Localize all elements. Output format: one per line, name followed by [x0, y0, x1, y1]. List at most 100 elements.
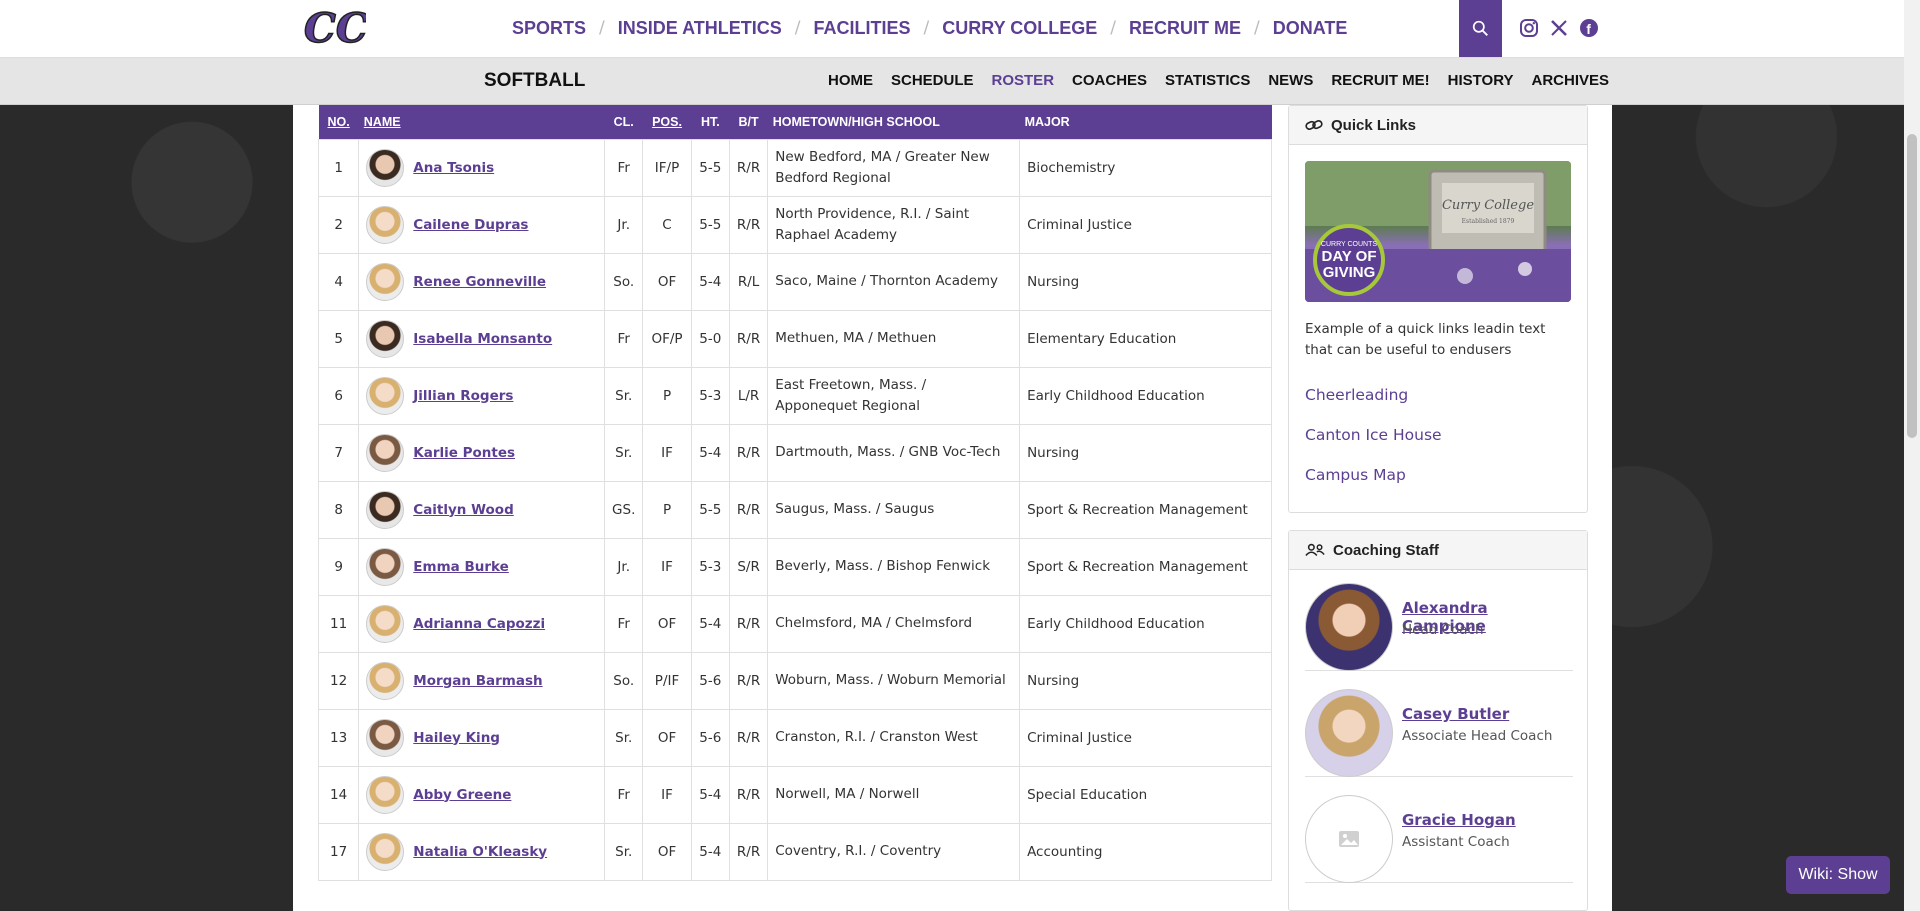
player-name-cell: Abby Greene — [358, 765, 606, 824]
main-nav-item[interactable]: SPORTS — [512, 18, 586, 39]
col-header-no[interactable]: NO. — [318, 105, 359, 139]
sport-nav-item[interactable]: HISTORY — [1448, 72, 1514, 89]
player-hometown: Dartmouth, Mass. / GNB Voc-Tech — [767, 423, 1021, 482]
col-header-position[interactable]: POS. — [642, 105, 692, 139]
player-bats-throws: R/R — [728, 138, 769, 197]
day-of-giving-image[interactable]: Curry College Established 1879 CURRY COU… — [1305, 161, 1571, 302]
player-headshot[interactable] — [366, 547, 405, 586]
instagram-icon[interactable] — [1519, 18, 1539, 38]
player-bats-throws: R/R — [728, 594, 769, 653]
scrollbar-thumb[interactable] — [1907, 134, 1917, 438]
player-headshot[interactable] — [366, 775, 405, 814]
player-headshot[interactable] — [366, 718, 405, 757]
player-bats-throws: L/R — [728, 366, 769, 425]
search-button[interactable] — [1459, 0, 1502, 57]
search-icon — [1472, 20, 1488, 36]
quick-link-campus-map[interactable]: Campus Map — [1305, 466, 1406, 484]
player-height: 5-5 — [690, 480, 730, 539]
sport-nav-item[interactable]: SCHEDULE — [891, 72, 974, 89]
player-height: 5-4 — [690, 765, 730, 824]
sport-nav-item[interactable]: RECRUIT ME! — [1331, 72, 1429, 89]
coach-item: Casey Butler Associate Head Coach — [1305, 677, 1573, 777]
player-name-link[interactable]: Hailey King — [413, 730, 500, 746]
wiki-show-button[interactable]: Wiki: Show — [1786, 856, 1890, 894]
col-header-name[interactable]: NAME — [358, 105, 605, 139]
x-twitter-icon[interactable] — [1549, 18, 1569, 38]
player-hometown: East Freetown, Mass. / Apponequet Region… — [767, 366, 1021, 425]
player-name-link[interactable]: Ana Tsonis — [413, 160, 494, 176]
player-hometown: Chelmsford, MA / Chelmsford — [767, 594, 1021, 653]
roster-row: 14 Abby Greene Fr IF 5-4 R/R Norwell, MA / Nor… — [317, 765, 1272, 824]
main-nav-item[interactable]: FACILITIES — [814, 18, 911, 39]
player-name-link[interactable]: Renee Gonneville — [413, 274, 546, 290]
quick-link-canton-ice-house[interactable]: Canton Ice House — [1305, 426, 1442, 444]
player-headshot[interactable] — [366, 376, 405, 415]
player-name-link[interactable]: Isabella Monsanto — [413, 331, 552, 347]
curry-college-logo[interactable]: CC — [302, 2, 366, 52]
main-nav-item[interactable]: CURRY COLLEGE — [942, 18, 1097, 39]
nav-separator: / — [794, 18, 801, 38]
sport-nav-item[interactable]: STATISTICS — [1165, 72, 1250, 89]
player-name-link[interactable]: Adrianna Capozzi — [413, 616, 545, 632]
player-position: OF — [642, 708, 692, 767]
coach-name-link[interactable]: Casey Butler — [1402, 705, 1509, 723]
player-bats-throws: R/R — [728, 765, 769, 824]
link-icon — [1305, 120, 1323, 130]
player-name-cell: Jillian Rogers — [358, 366, 606, 425]
users-icon — [1305, 543, 1325, 556]
player-name-cell: Isabella Monsanto — [358, 309, 606, 368]
player-headshot[interactable] — [366, 604, 405, 643]
player-bats-throws: R/L — [728, 252, 769, 311]
sport-nav-item[interactable]: ROSTER — [992, 72, 1055, 89]
main-nav-item[interactable]: INSIDE ATHLETICS — [618, 18, 782, 39]
player-position: P — [642, 480, 692, 539]
player-bats-throws: R/R — [728, 423, 769, 482]
player-name-cell: Adrianna Capozzi — [358, 594, 606, 653]
coach-photo[interactable] — [1305, 689, 1393, 777]
sport-nav-item[interactable]: NEWS — [1268, 72, 1313, 89]
coach-name-link[interactable]: Gracie Hogan — [1402, 811, 1516, 829]
player-name-link[interactable]: Morgan Barmash — [413, 673, 542, 689]
sport-nav-item[interactable]: ARCHIVES — [1532, 72, 1610, 89]
player-number: 6 — [317, 366, 360, 425]
player-headshot[interactable] — [366, 490, 405, 529]
player-class: Sr. — [604, 423, 644, 482]
roster-row: 6 Jillian Rogers Sr. P 5-3 L/R East Freetown, … — [317, 366, 1272, 425]
player-major: Nursing — [1019, 423, 1272, 482]
player-headshot[interactable] — [366, 205, 405, 244]
player-name-link[interactable]: Natalia O'Kleasky — [413, 844, 547, 860]
player-bats-throws: S/R — [728, 537, 769, 596]
main-nav-item[interactable]: RECRUIT ME — [1129, 18, 1241, 39]
player-name-link[interactable]: Cailene Dupras — [413, 217, 528, 233]
main-nav-item[interactable]: DONATE — [1273, 18, 1348, 39]
player-headshot[interactable] — [366, 832, 405, 871]
player-headshot[interactable] — [366, 262, 405, 301]
player-headshot[interactable] — [366, 661, 405, 700]
sport-nav-item[interactable]: HOME — [828, 72, 873, 89]
coach-photo[interactable] — [1305, 583, 1393, 671]
roster-row: 11 Adrianna Capozzi Fr OF 5-4 R/R Chelmsford, … — [317, 594, 1272, 653]
coaching-staff-title: Coaching Staff — [1333, 541, 1439, 559]
player-class: GS. — [604, 480, 644, 539]
player-name-link[interactable]: Emma Burke — [413, 559, 509, 575]
player-name-link[interactable]: Caitlyn Wood — [413, 502, 513, 518]
roster-row: 8 Caitlyn Wood GS. P 5-5 R/R Saugus, Mass. / S… — [317, 480, 1272, 539]
player-headshot[interactable] — [366, 319, 405, 358]
quick-link-cheerleading[interactable]: Cheerleading — [1305, 386, 1408, 404]
player-headshot[interactable] — [366, 148, 405, 187]
player-number: 8 — [317, 480, 360, 539]
coach-item: Gracie Hogan Assistant Coach — [1305, 783, 1573, 883]
coach-photo-placeholder[interactable] — [1305, 795, 1393, 883]
player-name-link[interactable]: Jillian Rogers — [413, 388, 513, 404]
coach-role: Head Coach — [1402, 622, 1484, 638]
player-name-link[interactable]: Karlie Pontes — [413, 445, 515, 461]
top-header: CC SPORTS / INSIDE ATHLETICS / FACILITIES / CU… — [0, 0, 1904, 58]
player-headshot[interactable] — [366, 433, 405, 472]
svg-text:GIVING: GIVING — [1323, 264, 1376, 281]
player-height: 5-6 — [690, 708, 730, 767]
facebook-icon[interactable]: f — [1579, 18, 1599, 38]
sport-nav-item[interactable]: COACHES — [1072, 72, 1147, 89]
player-position: IF/P — [642, 138, 692, 197]
roster-row: 9 Emma Burke Jr. IF 5-3 S/R Beverly, Mass. / B… — [317, 537, 1272, 596]
player-name-link[interactable]: Abby Greene — [413, 787, 511, 803]
